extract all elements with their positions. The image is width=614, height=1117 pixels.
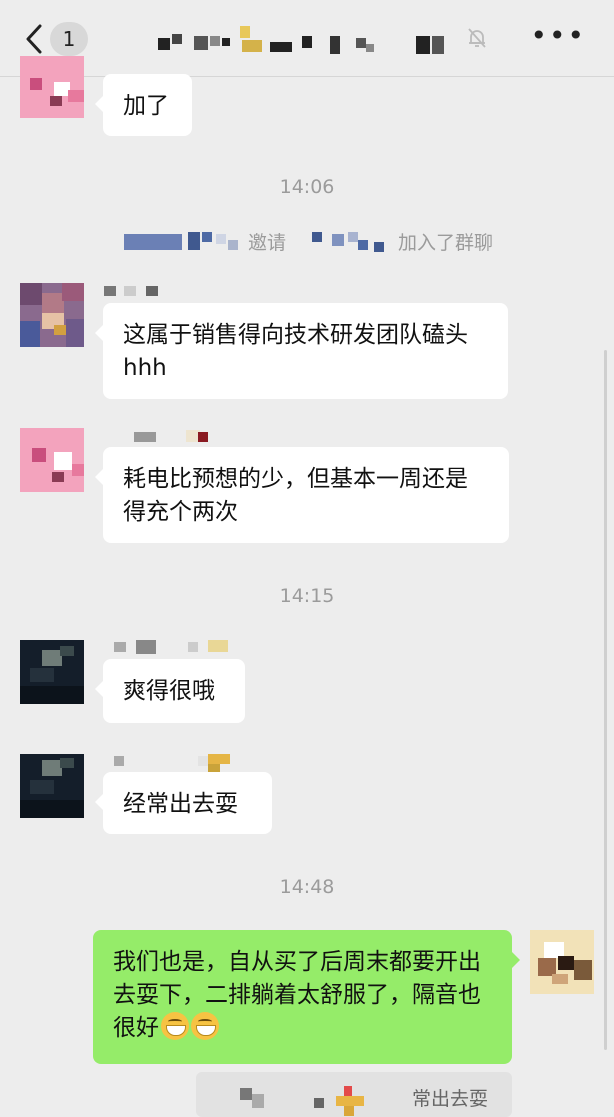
timestamp: 14:48 [279, 876, 335, 898]
system-message: 邀请 加入了群聊 [120, 228, 540, 254]
avatar[interactable] [20, 754, 84, 818]
avatar[interactable] [20, 56, 84, 118]
message-bubble[interactable]: 耗电比预想的少，但基本一周还是得充个两次 [95, 447, 509, 543]
avatar[interactable] [20, 640, 84, 704]
sender-name-pixelated [114, 754, 234, 774]
back-button[interactable] [22, 22, 46, 56]
avatar[interactable] [20, 283, 84, 347]
scrollbar[interactable] [604, 350, 607, 1050]
sender-name-pixelated [104, 286, 164, 300]
chevron-left-icon [26, 24, 42, 54]
avatar-self[interactable] [530, 930, 594, 994]
timestamp: 14:06 [279, 176, 335, 198]
message-bubble[interactable]: 加了 [95, 74, 192, 136]
avatar[interactable] [20, 428, 84, 492]
quoted-text: 常出去耍 [412, 1088, 489, 1110]
message-bubble[interactable]: 经常出去耍 [95, 772, 272, 834]
unread-count-badge[interactable]: 1 [50, 22, 88, 56]
timestamp: 14:15 [279, 585, 335, 607]
grinning-emoji-icon [191, 1012, 219, 1040]
chat-title-pixelated [150, 24, 480, 58]
bell-muted-icon [465, 26, 489, 50]
message-bubble-self[interactable]: 我们也是，自从买了后周末都要开出去耍下，二排躺着太舒服了，隔音也很好 [93, 930, 520, 1064]
quoted-message[interactable]: 常出去耍 [196, 1072, 512, 1117]
grinning-emoji-icon [161, 1012, 189, 1040]
sender-name-pixelated [114, 640, 234, 654]
message-bubble[interactable]: 这属于销售得向技术研发团队磕头hhh [95, 303, 508, 399]
message-bubble[interactable]: 爽得很哦 [95, 659, 245, 723]
sender-name-pixelated [134, 430, 214, 444]
system-message-text-b: 加入了群聊 [398, 232, 494, 254]
more-options-button[interactable]: ••• [530, 22, 586, 50]
system-message-text-a: 邀请 [248, 232, 287, 254]
chat-header: 1 ••• [0, 0, 614, 77]
